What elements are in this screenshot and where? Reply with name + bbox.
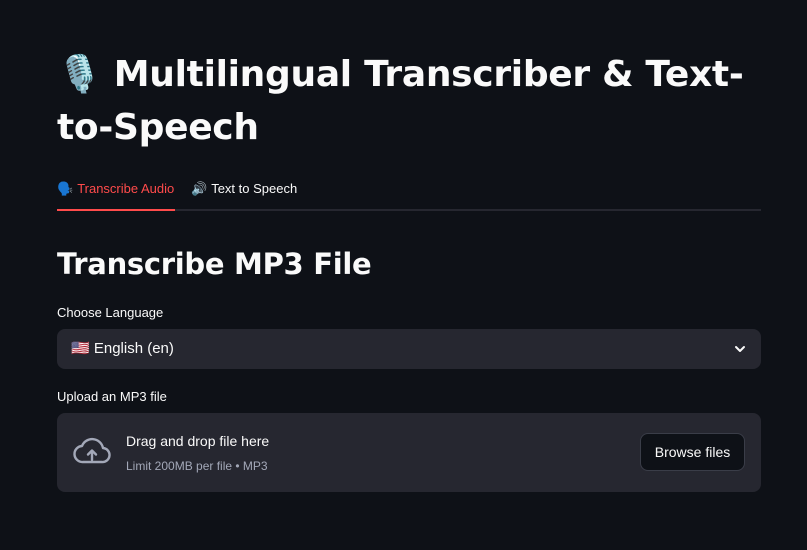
chevron-down-icon bbox=[735, 346, 745, 352]
tab-label: Transcribe Audio bbox=[77, 181, 175, 196]
tab-transcribe-audio[interactable]: 🗣️ Transcribe Audio bbox=[57, 168, 175, 211]
file-dropzone[interactable]: Drag and drop file here Limit 200MB per … bbox=[57, 413, 761, 492]
dropzone-limit-text: Limit 200MB per file • MP3 bbox=[126, 459, 268, 473]
tab-text-to-speech[interactable]: 🔊 Text to Speech bbox=[191, 168, 297, 209]
upload-label: Upload an MP3 file bbox=[57, 389, 167, 404]
speaking-head-icon: 🗣️ bbox=[57, 180, 74, 196]
browse-files-button[interactable]: Browse files bbox=[640, 433, 745, 471]
cloud-upload-icon bbox=[73, 437, 111, 464]
tab-bar: 🗣️ Transcribe Audio 🔊 Text to Speech bbox=[57, 168, 761, 211]
dropzone-instructions: Drag and drop file here bbox=[126, 433, 270, 449]
speaker-icon: 🔊 bbox=[191, 180, 208, 196]
microphone-icon: 🎙️ bbox=[57, 54, 102, 95]
section-heading: Transcribe MP3 File bbox=[57, 247, 372, 281]
app-page: 🎙️ Multilingual Transcriber & Text-to-Sp… bbox=[0, 0, 807, 550]
tab-label: Text to Speech bbox=[211, 181, 298, 196]
page-title-text: Multilingual Transcriber & Text-to-Speec… bbox=[57, 54, 744, 148]
language-selected-value: 🇺🇸 English (en) bbox=[71, 340, 174, 357]
language-label: Choose Language bbox=[57, 305, 164, 320]
page-title: 🎙️ Multilingual Transcriber & Text-to-Sp… bbox=[57, 48, 761, 154]
language-select[interactable]: 🇺🇸 English (en) bbox=[57, 329, 761, 369]
